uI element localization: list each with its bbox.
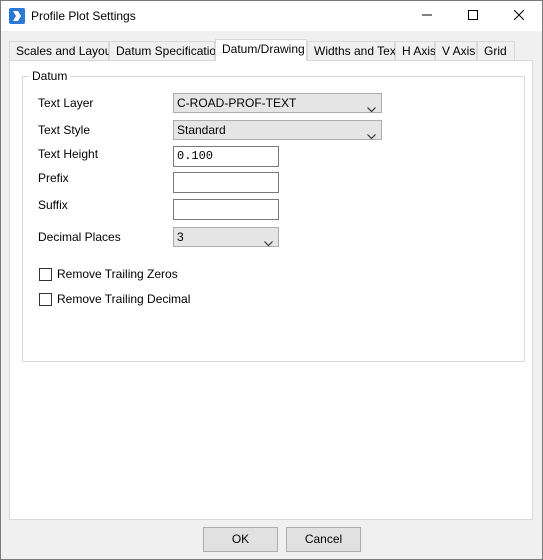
decimal-places-dropdown[interactable]: 3 [173, 227, 279, 247]
minimize-button[interactable] [404, 1, 450, 31]
ok-button[interactable]: OK [203, 527, 278, 552]
tab-v-axis[interactable]: V Axis [435, 41, 477, 60]
minimize-icon [422, 9, 432, 23]
maximize-button[interactable] [450, 1, 496, 31]
text-layer-value: C-ROAD-PROF-TEXT [177, 96, 297, 110]
close-icon [513, 9, 525, 23]
decimal-places-label: Decimal Places [38, 230, 121, 244]
close-button[interactable] [496, 1, 542, 31]
text-layer-label: Text Layer [38, 96, 94, 110]
tab-grid[interactable]: Grid [477, 41, 515, 60]
chevron-down-icon [367, 100, 376, 113]
tab-datum-drawing[interactable]: Datum/Drawing [215, 39, 307, 61]
prefix-label: Prefix [38, 171, 69, 185]
prefix-input[interactable] [173, 172, 279, 193]
text-style-value: Standard [177, 123, 226, 137]
decimal-places-value: 3 [177, 230, 184, 244]
text-height-label: Text Height [38, 147, 99, 161]
text-style-dropdown[interactable]: Standard [173, 120, 382, 140]
tab-h-axis[interactable]: H Axis [395, 41, 436, 60]
remove-trailing-zeros-label[interactable]: Remove Trailing Zeros [57, 267, 178, 281]
text-style-label: Text Style [38, 123, 91, 137]
suffix-input[interactable] [173, 199, 279, 220]
datum-drawing-panel: Datum Text Layer C-ROAD-PROF-TEXT Text S… [9, 60, 533, 520]
chevron-down-icon [264, 234, 273, 247]
datum-group-label: Datum [29, 69, 71, 83]
app-icon [9, 8, 25, 24]
text-layer-dropdown[interactable]: C-ROAD-PROF-TEXT [173, 93, 382, 113]
tab-scales-and-layout[interactable]: Scales and Layout [9, 41, 115, 60]
tab-widths-and-text[interactable]: Widths and Text [307, 41, 399, 60]
tab-datum-specification[interactable]: Datum Specification [109, 41, 223, 60]
window-title: Profile Plot Settings [31, 9, 136, 23]
dialog-window: Profile Plot Settings Scales and Layout … [0, 0, 543, 560]
remove-trailing-zeros-checkbox[interactable] [39, 268, 52, 281]
text-height-input[interactable]: 0.100 [173, 146, 279, 167]
remove-trailing-decimal-checkbox[interactable] [39, 293, 52, 306]
maximize-icon [468, 9, 478, 23]
cancel-button[interactable]: Cancel [286, 527, 361, 552]
remove-trailing-decimal-label[interactable]: Remove Trailing Decimal [57, 292, 190, 306]
chevron-down-icon [367, 127, 376, 140]
title-bar[interactable]: Profile Plot Settings [1, 1, 542, 31]
suffix-label: Suffix [38, 198, 68, 212]
